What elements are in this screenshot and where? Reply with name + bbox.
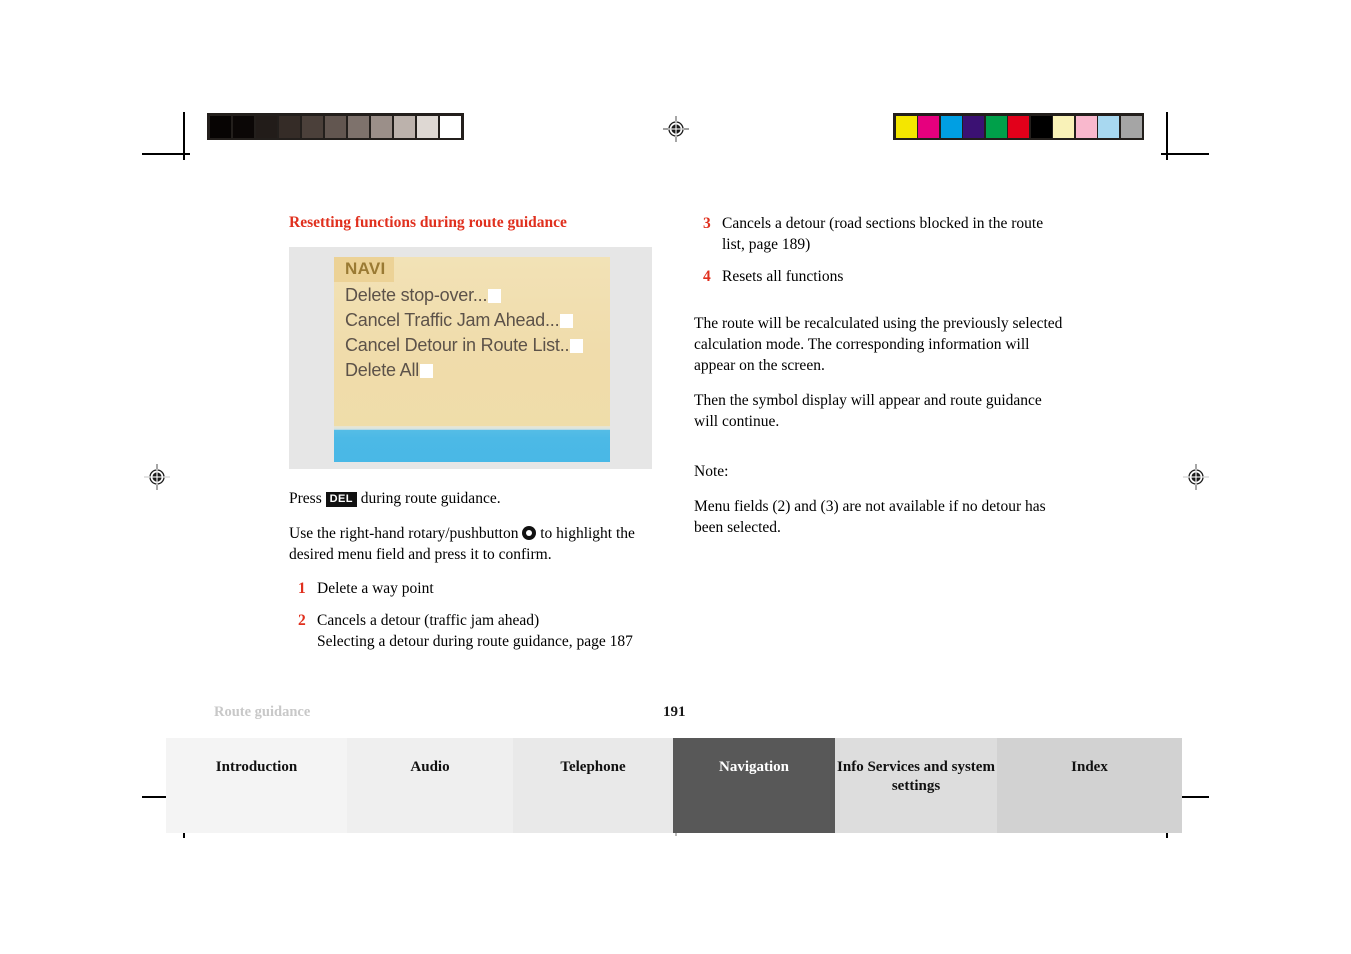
navi-menu-checkbox-icon[interactable] (570, 339, 584, 353)
navi-menu-item-label: Cancel Traffic Jam Ahead... (345, 310, 560, 330)
list-item-text: Cancels a detour (road sections blocked … (722, 215, 1044, 253)
del-key-icon: DEL (325, 492, 357, 507)
tab-label: Index (1071, 759, 1108, 775)
note-label: Note: (694, 463, 729, 480)
tab-index[interactable]: Index (997, 738, 1182, 833)
tab-audio[interactable]: Audio (347, 738, 513, 833)
navi-status-bar (334, 430, 610, 462)
page-content: Resetting functions during route guidanc… (0, 0, 1351, 954)
rotary-pushbutton-icon (522, 526, 537, 540)
navi-menu-checkbox-icon[interactable] (560, 314, 574, 328)
tab-introduction[interactable]: Introduction (166, 738, 347, 833)
navi-menu-item-label: Delete stop-over... (345, 285, 488, 305)
chapter-tab-bar: Introduction Audio Telephone Navigation Info… (166, 738, 1182, 833)
numbered-list-item: 2 Cancels a detour (traffic jam ahead) Sel… (289, 610, 654, 652)
tab-label: Introduction (215, 759, 298, 775)
numbered-list-item: 3 Cancels a detour (road sections blocked… (694, 213, 1064, 255)
tab-label: Telephone (560, 759, 626, 775)
tab-label: Navigation (718, 759, 789, 775)
list-item-number: 2 (298, 612, 306, 629)
recalculation-paragraph: The route will be recalculated using the… (694, 315, 1063, 374)
rotary-pushbutton-instruction: Use the right-hand rotary/pushbutton to … (289, 523, 654, 565)
navi-menu-item[interactable]: Delete stop-over... (345, 285, 607, 310)
navi-menu-checkbox-icon[interactable] (420, 364, 434, 378)
rotary-text-before: Use the right-hand rotary/pushbutton (289, 525, 519, 542)
page-number: 191 (663, 704, 686, 720)
tab-telephone[interactable]: Telephone (513, 738, 673, 833)
navi-menu-item-label: Cancel Detour in Route List.. (345, 335, 570, 355)
list-item-subtext: Selecting a detour during route guidance… (317, 633, 633, 650)
left-numbered-list: 1 Delete a way point 2 Cancels a detour (tr… (289, 578, 654, 652)
numbered-list-item: 4 Resets all functions (694, 266, 1064, 287)
navi-menu-list: Delete stop-over... Cancel Traffic Jam Ah… (345, 285, 607, 385)
right-column: 3 Cancels a detour (road sections blocked… (694, 213, 1064, 552)
navigation-display-figure: NAVI Delete stop-over... Cancel Traffic J… (289, 247, 652, 469)
navi-screen: NAVI Delete stop-over... Cancel Traffic J… (334, 257, 610, 462)
tab-label: Info Services and system settings (837, 759, 995, 794)
running-head: Route guidance (214, 704, 311, 720)
list-item-number: 3 (703, 215, 711, 232)
left-column: Resetting functions during route guidanc… (289, 213, 654, 663)
tab-info-services-and-system-settings[interactable]: Info Services and system settings (835, 738, 997, 833)
navi-menu-checkbox-icon[interactable] (488, 289, 502, 303)
right-numbered-list: 3 Cancels a detour (road sections blocked… (694, 213, 1064, 287)
navi-menu-item[interactable]: Delete All (345, 360, 607, 385)
list-item-text: Cancels a detour (traffic jam ahead) (317, 612, 540, 629)
numbered-list-item: 1 Delete a way point (289, 578, 654, 599)
tab-navigation[interactable]: Navigation (673, 738, 835, 833)
tab-label: Audio (410, 759, 450, 775)
note-text: Menu fields (2) and (3) are not availabl… (694, 498, 1046, 536)
navi-menu-item[interactable]: Cancel Detour in Route List.. (345, 335, 607, 360)
press-del-before: Press (289, 490, 322, 507)
symbol-display-paragraph: Then the symbol display will appear and … (694, 392, 1042, 430)
list-item-text: Delete a way point (317, 580, 434, 597)
list-item-text: Resets all functions (722, 268, 844, 285)
list-item-number: 1 (298, 580, 306, 597)
press-del-after: during route guidance. (360, 490, 501, 507)
spacer-note (694, 446, 1064, 461)
navi-header-label: NAVI (345, 259, 386, 278)
list-item-number: 4 (703, 268, 711, 285)
navi-menu-item-label: Delete All (345, 360, 420, 380)
navi-menu-item[interactable]: Cancel Traffic Jam Ahead... (345, 310, 607, 335)
press-del-instruction: Press DEL during route guidance. (289, 488, 654, 509)
page-title: Resetting functions during route guidanc… (289, 214, 567, 231)
